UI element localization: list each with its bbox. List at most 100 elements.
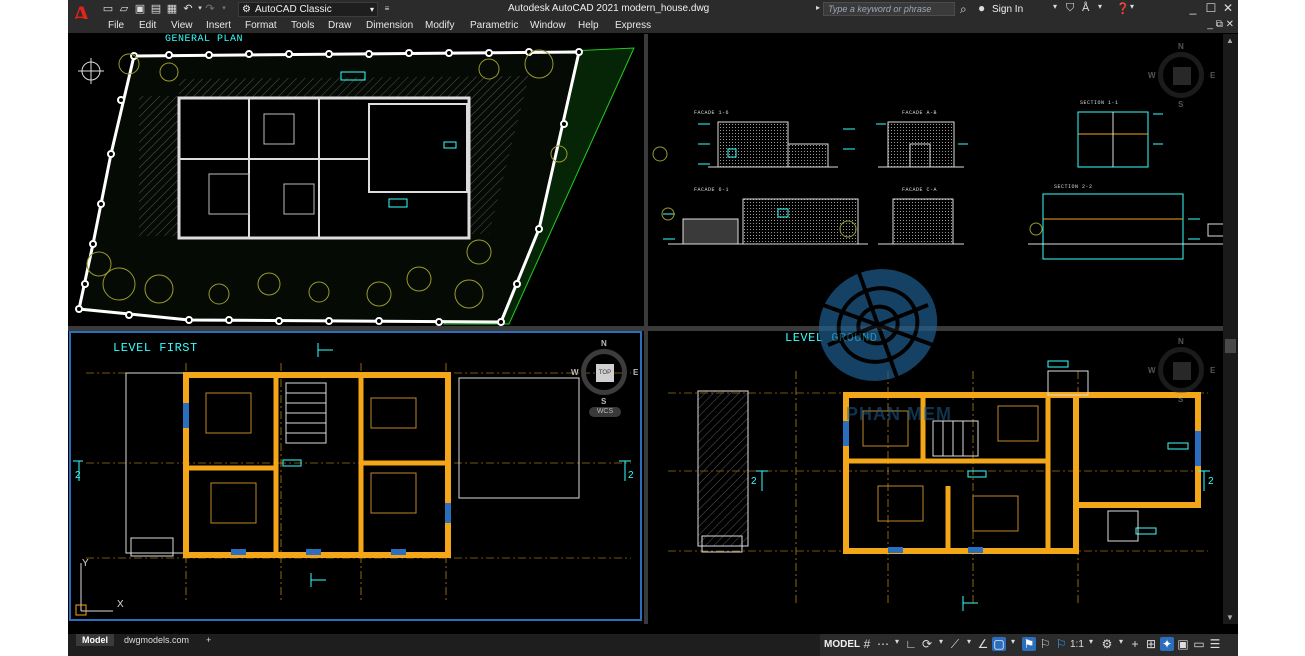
graphics-performance-icon[interactable]: ▣	[1176, 637, 1190, 651]
help-icon[interactable]: ❓	[1116, 2, 1130, 15]
save-as-icon[interactable]: ▤	[150, 3, 162, 15]
units-icon[interactable]: ⊞	[1144, 637, 1158, 651]
menu-file[interactable]: File	[108, 20, 124, 31]
menu-tools[interactable]: Tools	[291, 20, 314, 31]
gear-icon: ⚙	[242, 4, 251, 15]
grid-mark-2-left: 2	[75, 470, 81, 481]
viewport-facades[interactable]: FACADE 1-6 FACADE A-B SECTION 1-1 FACADE…	[648, 34, 1223, 326]
search-input[interactable]: Type a keyword or phrase	[823, 2, 955, 16]
snap-dropdown-icon[interactable]: ▾	[890, 637, 904, 646]
customization-icon[interactable]: ☰	[1208, 637, 1222, 651]
annotation-scale[interactable]: 1:1	[1070, 639, 1084, 650]
annotation-scale-icon[interactable]: ⚐	[1054, 637, 1068, 651]
menu-window[interactable]: Window	[530, 20, 566, 31]
scroll-thumb[interactable]	[1225, 339, 1236, 353]
workspace-selector[interactable]: ⚙ AutoCAD Classic ▾	[238, 2, 378, 17]
menu-insert[interactable]: Insert	[206, 20, 231, 31]
print-icon[interactable]: ▦	[166, 3, 178, 15]
signin-dropdown-icon[interactable]: ▾	[1053, 2, 1057, 11]
viewcube-w-label[interactable]: W	[1148, 71, 1156, 80]
viewcube-face[interactable]	[1173, 67, 1191, 85]
viewport-level-first[interactable]: LEVEL FIRST 2 2 Y X N W TOP E S WCS	[69, 331, 642, 621]
viewcube-active[interactable]: N W TOP E S WCS	[571, 339, 640, 417]
maximize-icon[interactable]: ☐	[1204, 1, 1218, 15]
clean-screen-icon[interactable]: ▭	[1192, 637, 1206, 651]
viewcube-e-label[interactable]: E	[1210, 366, 1215, 375]
viewcube-e-label[interactable]: E	[1210, 71, 1215, 80]
undo-icon[interactable]: ↶	[182, 3, 194, 15]
open-file-icon[interactable]: ▱	[118, 3, 130, 15]
workspace-gear-icon[interactable]: ⚙	[1100, 637, 1114, 651]
viewcube-s-label[interactable]: S	[1178, 395, 1183, 404]
osnap-dropdown-icon[interactable]: ▾	[1006, 637, 1020, 646]
viewcube-e-label[interactable]: E	[633, 368, 638, 377]
viewport-level-ground[interactable]: LEVEL GROUND 2 2 N W E S	[648, 331, 1223, 623]
osnap-tracking-icon[interactable]: ∠	[976, 637, 990, 651]
chevron-down-icon: ▾	[369, 5, 374, 14]
a360-dropdown-icon[interactable]: ▾	[1098, 2, 1102, 11]
autodesk-a360-icon[interactable]: Å	[1082, 2, 1089, 14]
viewcube-top-face[interactable]: TOP	[596, 364, 614, 382]
ortho-icon[interactable]: ∟	[904, 637, 918, 651]
redo-icon[interactable]: ↷	[204, 3, 216, 15]
viewcube-w-label[interactable]: W	[1148, 366, 1156, 375]
sign-in-link[interactable]: Sign In	[992, 4, 1023, 15]
viewport-general-plan[interactable]: GENERAL PLAN	[69, 34, 644, 326]
menu-express[interactable]: Express	[615, 20, 651, 31]
model-space-toggle[interactable]: MODEL	[824, 639, 860, 650]
status-bar: Model dwgmodels.com + MODEL # ⋯ ▾ ∟ ⟳ ▾ …	[68, 634, 1238, 656]
document-window-controls[interactable]: _ ⧉ ✕	[1207, 19, 1234, 30]
vertical-scrollbar[interactable]: ▲ ▼	[1223, 34, 1238, 624]
osnap-icon[interactable]: ▢	[992, 637, 1006, 651]
isodraft-dropdown-icon[interactable]: ▾	[962, 637, 976, 646]
add-layout-button[interactable]: +	[200, 634, 217, 646]
status-toolbar: MODEL # ⋯ ▾ ∟ ⟳ ▾ ⟋ ▾ ∠ ▢ ▾ ⚑ ⚐ ⚐ 1:1 ▾ …	[820, 634, 1238, 656]
close-icon[interactable]: ✕	[1221, 1, 1235, 15]
customize-toolbar-icon[interactable]: ≡	[381, 3, 393, 15]
menu-help[interactable]: Help	[578, 20, 599, 31]
grid-icon[interactable]: #	[860, 637, 874, 651]
viewcube-n-label[interactable]: N	[601, 339, 607, 348]
minimize-icon[interactable]: _	[1186, 1, 1200, 15]
menu-bar: File Edit View Insert Format Tools Draw …	[68, 19, 1238, 33]
viewcube-n-label[interactable]: N	[1178, 42, 1184, 51]
help-dropdown-icon[interactable]: ▾	[1130, 2, 1134, 11]
viewcube-face[interactable]	[1173, 362, 1191, 380]
viewcube-top-right[interactable]: N W E S	[1148, 42, 1218, 112]
menu-dimension[interactable]: Dimension	[366, 20, 413, 31]
menu-edit[interactable]: Edit	[139, 20, 156, 31]
tab-layout[interactable]: dwgmodels.com	[118, 634, 195, 646]
workspace-dropdown-icon[interactable]: ▾	[1114, 637, 1128, 646]
scale-dropdown-icon[interactable]: ▾	[1084, 637, 1098, 646]
viewcube-n-label[interactable]: N	[1178, 337, 1184, 346]
search-icon[interactable]: ⌕	[960, 2, 967, 17]
wcs-menu[interactable]: WCS	[589, 407, 621, 417]
polar-dropdown-icon[interactable]: ▾	[934, 637, 948, 646]
annotation-visibility-icon[interactable]: ⚑	[1022, 637, 1036, 651]
tab-model[interactable]: Model	[76, 634, 114, 646]
cart-icon[interactable]: ⛉	[1066, 2, 1074, 15]
viewcube-bottom-right[interactable]: N W E S	[1148, 337, 1218, 407]
save-icon[interactable]: ▣	[134, 3, 146, 15]
autoscale-icon[interactable]: ⚐	[1038, 637, 1052, 651]
scroll-down-icon[interactable]: ▼	[1226, 613, 1234, 622]
menu-view[interactable]: View	[171, 20, 193, 31]
viewcube-s-label[interactable]: S	[1178, 100, 1183, 109]
redo-dropdown-icon[interactable]: ▾	[218, 3, 230, 15]
general-plan-drawing	[75, 47, 635, 326]
isolate-objects-icon[interactable]: ✦	[1160, 637, 1174, 651]
viewcube-w-label[interactable]: W	[571, 368, 579, 377]
menu-format[interactable]: Format	[245, 20, 277, 31]
plus-icon[interactable]: +	[1128, 637, 1142, 651]
search-expand-icon[interactable]: ▸	[816, 3, 820, 12]
menu-modify[interactable]: Modify	[425, 20, 454, 31]
isodraft-icon[interactable]: ⟋	[948, 637, 962, 652]
user-icon[interactable]: ●	[978, 1, 985, 15]
snap-icon[interactable]: ⋯	[876, 637, 890, 651]
scroll-up-icon[interactable]: ▲	[1226, 36, 1234, 45]
new-file-icon[interactable]: ▭	[102, 3, 114, 15]
menu-draw[interactable]: Draw	[328, 20, 351, 31]
polar-icon[interactable]: ⟳	[920, 637, 934, 651]
menu-parametric[interactable]: Parametric	[470, 20, 518, 31]
viewcube-s-label[interactable]: S	[601, 397, 606, 406]
